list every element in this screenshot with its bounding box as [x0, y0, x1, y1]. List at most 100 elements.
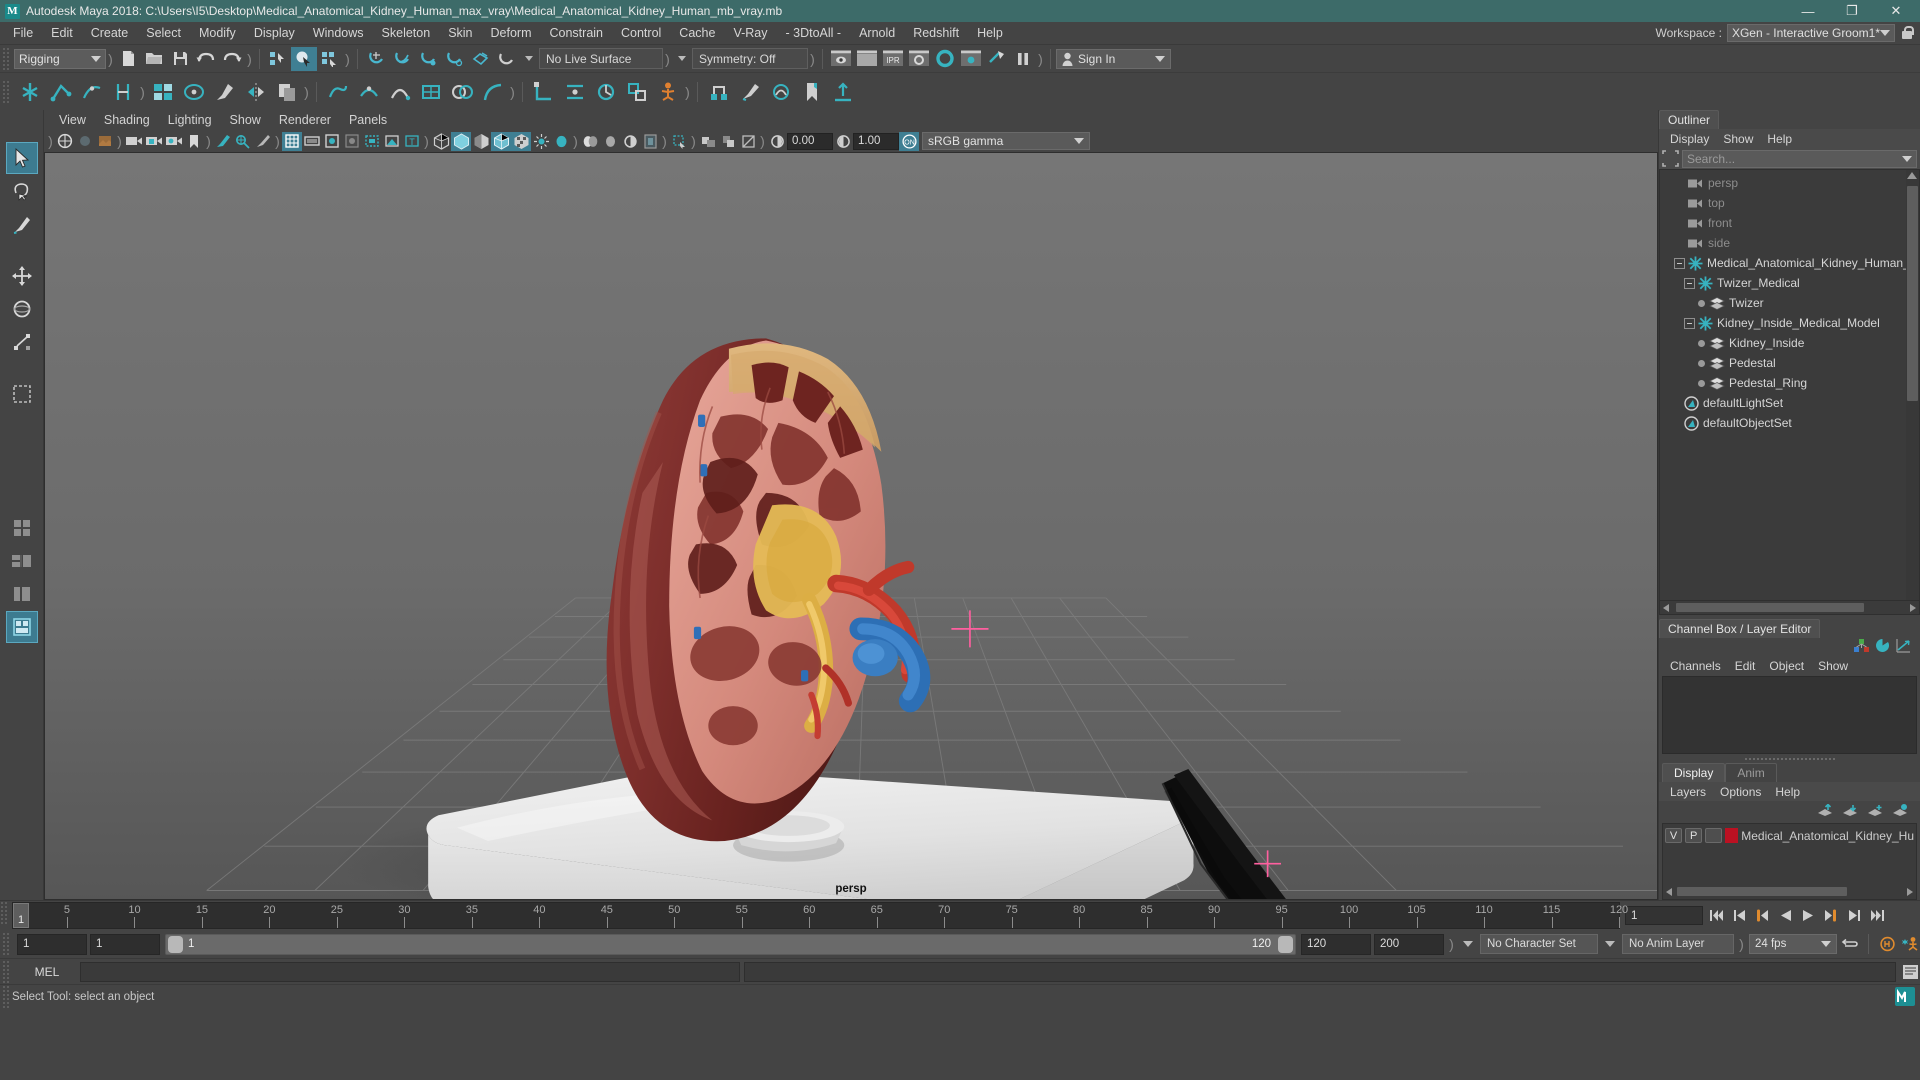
- image-plane-icon[interactable]: [95, 132, 115, 151]
- isolate-select-icon[interactable]: [640, 132, 660, 151]
- menu-windows[interactable]: Windows: [304, 24, 373, 42]
- resolution-gate-icon[interactable]: [322, 132, 342, 151]
- select-camera-icon[interactable]: [55, 132, 75, 151]
- outliner-item-kidney-inside-model[interactable]: Kidney_Inside_Medical_Model: [1660, 313, 1919, 333]
- scrollbar-thumb[interactable]: [1677, 887, 1847, 896]
- menuset-dropdown[interactable]: Rigging: [14, 48, 106, 69]
- undo-icon[interactable]: [193, 47, 219, 71]
- grid-toggle-icon[interactable]: [282, 131, 302, 151]
- motion-blur-icon[interactable]: [600, 132, 620, 151]
- light-toggle-icon[interactable]: [984, 47, 1010, 71]
- camera-attributes-icon[interactable]: [75, 132, 95, 151]
- scroll-right-icon[interactable]: [1910, 604, 1916, 612]
- animation-start-field[interactable]: 1: [17, 933, 87, 955]
- anim-layer-dropdown[interactable]: No Anim Layer: [1622, 934, 1734, 954]
- render-current-frame-icon[interactable]: [854, 47, 880, 71]
- tab-outliner[interactable]: Outliner: [1659, 110, 1720, 129]
- menu-deform[interactable]: Deform: [482, 24, 541, 42]
- layout-single-icon[interactable]: [6, 512, 38, 544]
- viewport-menu-view[interactable]: View: [50, 112, 95, 128]
- step-back-frame-icon[interactable]: [1729, 905, 1749, 927]
- outliner-item-default-light-set[interactable]: defaultLightSet: [1660, 393, 1919, 413]
- color-management-dropdown[interactable]: sRGB gamma: [922, 132, 1090, 150]
- layer-color-swatch[interactable]: [1725, 828, 1739, 843]
- deform-lattice-icon[interactable]: [322, 76, 353, 108]
- parent-constraint-icon[interactable]: [528, 76, 559, 108]
- channelbox-menu-object[interactable]: Object: [1762, 658, 1811, 674]
- select-by-component-icon[interactable]: [317, 47, 343, 71]
- last-tool-icon[interactable]: [6, 378, 38, 410]
- symmetry-field[interactable]: Symmetry: Off: [692, 48, 808, 69]
- film-gate-icon[interactable]: [302, 132, 322, 151]
- xray-joints-icon[interactable]: [382, 132, 402, 151]
- gamma-icon[interactable]: [833, 132, 853, 151]
- layer-horizontal-scrollbar[interactable]: [1663, 885, 1916, 899]
- depth-of-field-icon[interactable]: [620, 132, 640, 151]
- viewport-menu-shading[interactable]: Shading: [95, 112, 159, 128]
- lock-camera-icon[interactable]: [144, 132, 164, 151]
- close-button[interactable]: ✕: [1874, 0, 1918, 22]
- menu-create[interactable]: Create: [82, 24, 138, 42]
- outliner-item-side[interactable]: side: [1660, 233, 1919, 253]
- make-live-icon[interactable]: [493, 47, 519, 71]
- attribute-editor-icon[interactable]: [1875, 638, 1890, 656]
- go-to-start-icon[interactable]: [1706, 905, 1726, 927]
- cluster-icon[interactable]: [353, 76, 384, 108]
- menu-display[interactable]: Display: [245, 24, 304, 42]
- grease-pencil-icon[interactable]: [213, 132, 233, 151]
- statusline-gripper[interactable]: [2, 46, 10, 71]
- open-scene-icon[interactable]: [141, 47, 167, 71]
- joint-tool-icon[interactable]: [14, 76, 45, 108]
- polygon-display-icon[interactable]: [738, 132, 758, 151]
- layer-row[interactable]: V P Medical_Anatomical_Kidney_Hu: [1663, 826, 1916, 845]
- layout-persp-outliner-icon[interactable]: [6, 578, 38, 610]
- outliner-item-kidney-root[interactable]: Medical_Anatomical_Kidney_Human_r: [1660, 253, 1919, 273]
- render-setup-icon[interactable]: [958, 47, 984, 71]
- channelbox-menu-edit[interactable]: Edit: [1728, 658, 1763, 674]
- range-right-handle[interactable]: [1278, 935, 1293, 953]
- menu-help[interactable]: Help: [968, 24, 1012, 42]
- channelbox-menu-show[interactable]: Show: [1811, 658, 1855, 674]
- panel-resize-handle[interactable]: [1659, 754, 1920, 763]
- playback-start-field[interactable]: 1: [90, 933, 160, 955]
- paint-effects-icon[interactable]: [253, 132, 273, 151]
- menu-modify[interactable]: Modify: [190, 24, 245, 42]
- outliner-item-front[interactable]: front: [1660, 213, 1919, 233]
- viewport-menu-renderer[interactable]: Renderer: [270, 112, 340, 128]
- playback-speed-dropdown[interactable]: 24 fps: [1749, 934, 1837, 954]
- menu-constrain[interactable]: Constrain: [541, 24, 613, 42]
- orient-constraint-icon[interactable]: [590, 76, 621, 108]
- tab-channel-box-layer-editor[interactable]: Channel Box / Layer Editor: [1659, 619, 1821, 638]
- shadows-icon[interactable]: [551, 132, 571, 151]
- outliner-vertical-scrollbar[interactable]: [1906, 170, 1919, 600]
- copy-weights-icon[interactable]: [271, 76, 302, 108]
- outliner-search-input[interactable]: Search...: [1682, 149, 1917, 168]
- play-forwards-icon[interactable]: [1798, 905, 1818, 927]
- lasso-select-tool[interactable]: [6, 175, 38, 207]
- point-constraint-icon[interactable]: [559, 76, 590, 108]
- xray-component-icon[interactable]: [669, 132, 689, 151]
- screen-space-ao-icon[interactable]: [580, 132, 600, 151]
- character-set-chevron-icon[interactable]: [1463, 941, 1473, 947]
- outliner-item-pedestal-ring[interactable]: Pedestal_Ring: [1660, 373, 1919, 393]
- new-layer-icon[interactable]: [1867, 804, 1883, 821]
- step-forward-key-icon[interactable]: [1821, 905, 1841, 927]
- layer-visibility-toggle[interactable]: V: [1665, 828, 1683, 843]
- soft-mod-icon[interactable]: [384, 76, 415, 108]
- menu-skin[interactable]: Skin: [439, 24, 481, 42]
- command-input[interactable]: [80, 961, 740, 982]
- snap-options-chevron-icon[interactable]: [525, 56, 533, 61]
- snap-to-curve-icon[interactable]: [389, 47, 415, 71]
- playback-end-field[interactable]: 120: [1301, 933, 1371, 955]
- graph-editor-icon[interactable]: [1896, 638, 1911, 656]
- xray-icon[interactable]: [362, 132, 382, 151]
- tab-anim-layers[interactable]: Anim: [1725, 763, 1777, 782]
- pose-lib-icon[interactable]: [703, 76, 734, 108]
- step-back-key-icon[interactable]: [1752, 905, 1772, 927]
- outliner-menu-help[interactable]: Help: [1760, 131, 1799, 147]
- snap-to-grid-icon[interactable]: [363, 47, 389, 71]
- range-left-handle[interactable]: [168, 935, 183, 953]
- command-output[interactable]: [744, 961, 1896, 982]
- outliner-menu-show[interactable]: Show: [1716, 131, 1760, 147]
- shelf-gripper[interactable]: [2, 79, 10, 104]
